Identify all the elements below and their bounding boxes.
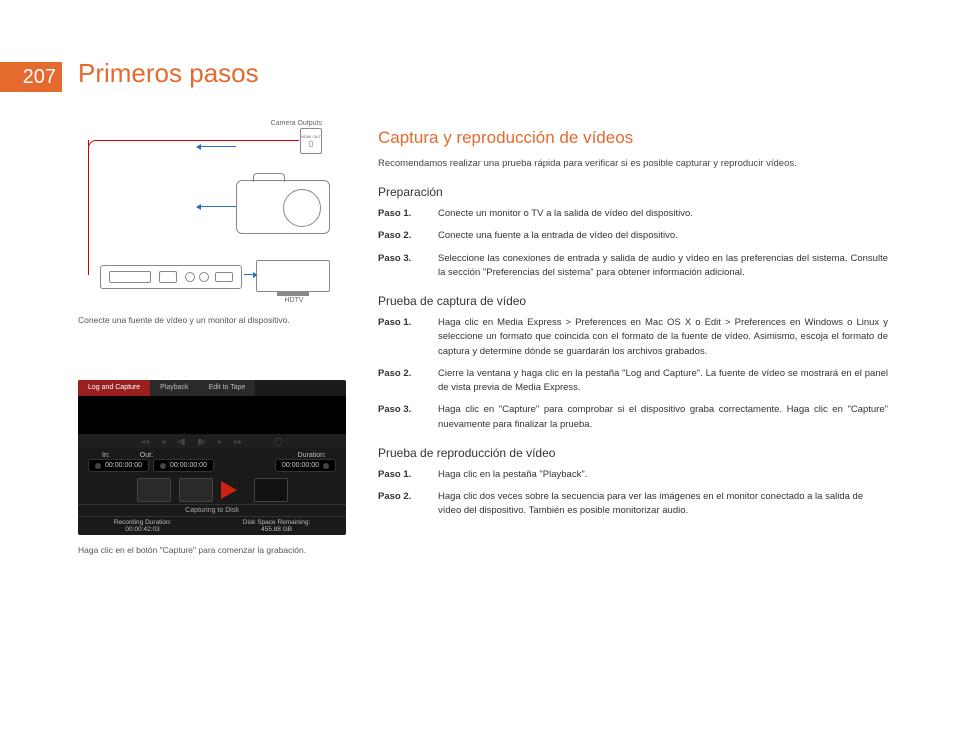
transport-controls[interactable]: ◂◂◂◂▮▮▸▸▸▸◯ bbox=[78, 434, 346, 448]
red-arrow-icon bbox=[221, 481, 246, 499]
media-express-screenshot: Log and Capture Playback Edit to Tape ◂◂… bbox=[78, 380, 346, 535]
step-text: Haga clic en Media Express > Preferences… bbox=[438, 316, 888, 367]
footer-stats: Recording Duration:00:00:42:03 Disk Spac… bbox=[78, 517, 346, 535]
rec-duration-label: Recording Duration: bbox=[114, 519, 172, 526]
out-timecode[interactable]: 00:00:00:00 bbox=[153, 459, 214, 472]
diagram-capture-device-icon bbox=[100, 265, 242, 289]
in-timecode[interactable]: 00:00:00:00 bbox=[88, 459, 149, 472]
screenshot-caption: Haga clic en el botón "Capture" para com… bbox=[78, 545, 346, 556]
diagram-label-camera-outputs: Camera Outputs bbox=[78, 120, 322, 127]
out-label: Out: bbox=[140, 452, 153, 459]
tab-edit-to-tape[interactable]: Edit to Tape bbox=[199, 380, 256, 396]
page-title: Primeros pasos bbox=[78, 58, 259, 89]
step-label: Paso 3. bbox=[378, 403, 438, 440]
duration-label: Duration: bbox=[275, 452, 336, 459]
tab-playback[interactable]: Playback bbox=[150, 380, 198, 396]
section-heading: Captura y reproducción de vídeos bbox=[378, 128, 888, 148]
step-text: Seleccione las conexiones de entrada y s… bbox=[438, 252, 888, 289]
step-label: Paso 2. bbox=[378, 490, 438, 527]
diagram-tv-icon bbox=[256, 260, 330, 292]
steps-reproduccion: Paso 1.Haga clic en la pestaña "Playback… bbox=[378, 468, 888, 527]
capture-status: Capturing to Disk bbox=[78, 504, 346, 517]
left-column: Camera Outputs HDMI OUT▯ HDTV Conecte un… bbox=[78, 120, 346, 556]
right-column: Captura y reproducción de vídeos Recomen… bbox=[378, 128, 888, 527]
step-text: Cierre la ventana y haga clic en la pest… bbox=[438, 367, 888, 404]
subheading-preparacion: Preparación bbox=[378, 185, 888, 199]
clip-bin-row bbox=[78, 476, 346, 504]
diagram-caption: Conecte una fuente de vídeo y un monitor… bbox=[78, 315, 346, 326]
subheading-captura: Prueba de captura de vídeo bbox=[378, 294, 888, 308]
in-out-row: In: Out: 00:00:00:00 00:00:00:00 Duration… bbox=[78, 448, 346, 476]
step-label: Paso 3. bbox=[378, 252, 438, 289]
step-text: Haga clic dos veces sobre la secuencia p… bbox=[438, 490, 888, 527]
step-text: Conecte una fuente a la entrada de vídeo… bbox=[438, 229, 888, 251]
page-number-badge: 207 bbox=[0, 62, 62, 92]
step-label: Paso 1. bbox=[378, 316, 438, 367]
video-preview-area bbox=[78, 396, 346, 434]
steps-captura: Paso 1.Haga clic en Media Express > Pref… bbox=[378, 316, 888, 440]
document-page: 207 Primeros pasos Camera Outputs HDMI O… bbox=[0, 0, 954, 738]
step-label: Paso 1. bbox=[378, 207, 438, 229]
step-text: Haga clic en la pestaña "Playback". bbox=[438, 468, 888, 490]
steps-preparacion: Paso 1.Conecte un monitor o TV a la sali… bbox=[378, 207, 888, 288]
diagram-camera-icon bbox=[236, 180, 330, 234]
in-label: In: bbox=[102, 452, 110, 459]
tab-log-and-capture[interactable]: Log and Capture bbox=[78, 380, 150, 396]
diagram-label-hdtv: HDTV bbox=[258, 297, 330, 304]
clip-slot-target[interactable] bbox=[254, 478, 288, 502]
duration-timecode: 00:00:00:00 bbox=[275, 459, 336, 472]
step-label: Paso 2. bbox=[378, 367, 438, 404]
clip-slot[interactable] bbox=[137, 478, 171, 502]
step-label: Paso 1. bbox=[378, 468, 438, 490]
step-label: Paso 2. bbox=[378, 229, 438, 251]
subheading-reproduccion: Prueba de reproducción de vídeo bbox=[378, 446, 888, 460]
step-text: Conecte un monitor o TV a la salida de v… bbox=[438, 207, 888, 229]
connection-diagram: Camera Outputs HDMI OUT▯ HDTV bbox=[78, 120, 346, 305]
step-text: Haga clic en "Capture" para comprobar si… bbox=[438, 403, 888, 440]
disk-space-label: Disk Space Remaining: bbox=[243, 519, 311, 526]
clip-slot[interactable] bbox=[179, 478, 213, 502]
disk-space-value: 455.88 GB bbox=[243, 526, 311, 533]
section-intro: Recomendamos realizar una prueba rápida … bbox=[378, 158, 888, 169]
diagram-hdmi-port: HDMI OUT▯ bbox=[300, 128, 322, 154]
rec-duration-value: 00:00:42:03 bbox=[114, 526, 172, 533]
